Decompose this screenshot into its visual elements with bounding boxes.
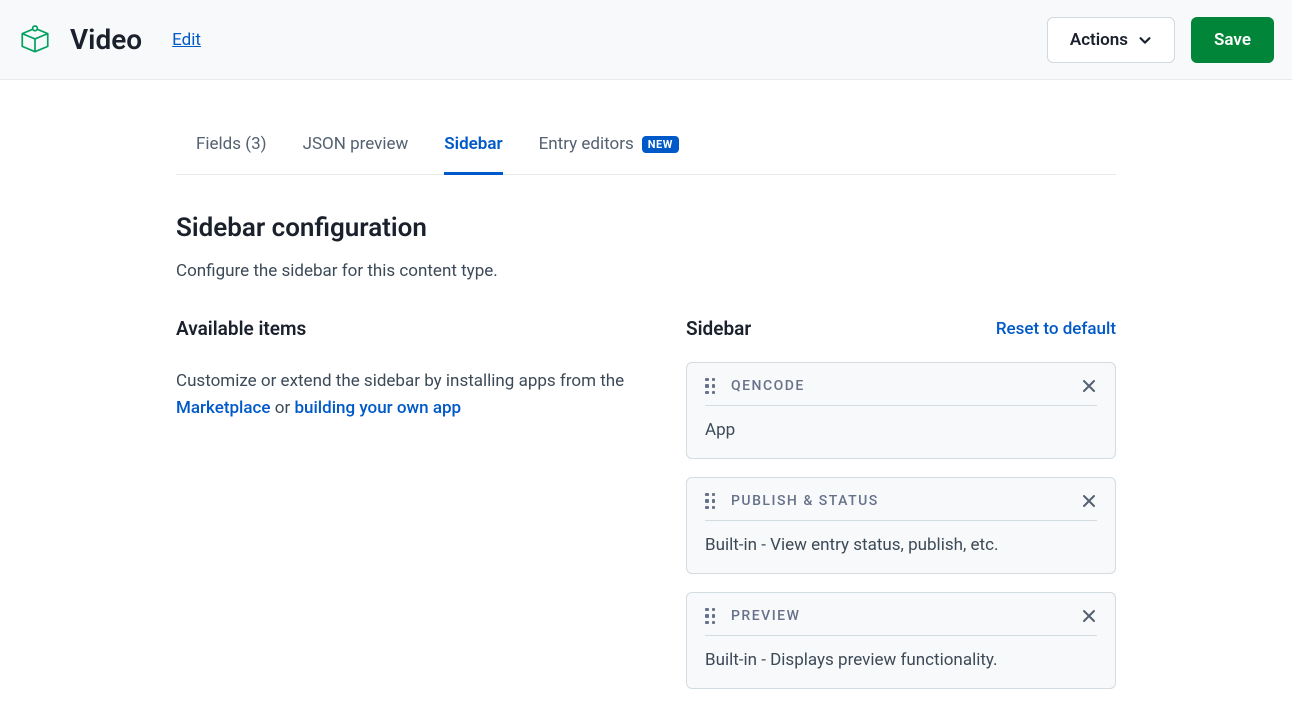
page-title: Video	[70, 23, 142, 56]
edit-link[interactable]: Edit	[172, 30, 201, 50]
content-area: Fields (3) JSON preview Sidebar Entry edito…	[166, 118, 1126, 689]
content-type-icon	[18, 23, 52, 57]
sidebar-item: PREVIEW Built-in - Displays preview funct…	[686, 592, 1116, 689]
sidebar-items-list: QENCODE App PUBLISH & STATUS Built-in - Vie…	[686, 362, 1116, 689]
sidebar-item-desc: App	[705, 420, 1097, 440]
close-icon[interactable]	[1081, 608, 1097, 624]
tabs: Fields (3) JSON preview Sidebar Entry edito…	[176, 118, 1116, 175]
sidebar-heading: Sidebar	[686, 317, 751, 340]
new-badge: NEW	[642, 136, 679, 153]
actions-button-label: Actions	[1070, 30, 1128, 50]
reset-to-default-link[interactable]: Reset to default	[996, 319, 1116, 339]
save-button-label: Save	[1214, 30, 1251, 50]
columns: Available items Customize or extend the …	[176, 317, 1116, 689]
tab-sidebar[interactable]: Sidebar	[444, 118, 502, 175]
drag-handle-icon[interactable]	[705, 377, 719, 395]
available-text: Customize or extend the sidebar by insta…	[176, 368, 626, 422]
chevron-down-icon	[1138, 33, 1152, 47]
tab-label: Sidebar	[444, 134, 502, 154]
close-icon[interactable]	[1081, 378, 1097, 394]
save-button[interactable]: Save	[1191, 17, 1274, 63]
sidebar-item-title: QENCODE	[731, 378, 1069, 394]
available-text-part1: Customize or extend the sidebar by insta…	[176, 371, 624, 391]
tab-label: JSON preview	[303, 134, 409, 154]
tab-fields-3-[interactable]: Fields (3)	[196, 118, 267, 175]
sidebar-item-desc: Built-in - View entry status, publish, e…	[705, 535, 1097, 555]
sidebar-item-header: QENCODE	[705, 377, 1097, 406]
section-title: Sidebar configuration	[176, 213, 1116, 243]
sidebar-heading-row: Sidebar Reset to default	[686, 317, 1116, 340]
sidebar-item-header: PREVIEW	[705, 607, 1097, 636]
sidebar-item: QENCODE App	[686, 362, 1116, 459]
tab-entry-editors[interactable]: Entry editors NEW	[539, 118, 679, 175]
build-app-link[interactable]: building your own app	[294, 398, 461, 418]
topbar-left: Video Edit	[18, 23, 201, 57]
topbar: Video Edit Actions Save	[0, 0, 1292, 80]
drag-handle-icon[interactable]	[705, 492, 719, 510]
drag-handle-icon[interactable]	[705, 607, 719, 625]
tab-json-preview[interactable]: JSON preview	[303, 118, 409, 175]
sidebar-item-title: PREVIEW	[731, 608, 1069, 624]
sidebar-item-header: PUBLISH & STATUS	[705, 492, 1097, 521]
sidebar-item-desc: Built-in - Displays preview functionalit…	[705, 650, 1097, 670]
tab-label: Entry editors	[539, 134, 634, 154]
actions-button[interactable]: Actions	[1047, 17, 1175, 63]
section-subtitle: Configure the sidebar for this content t…	[176, 261, 1116, 281]
sidebar-item-title: PUBLISH & STATUS	[731, 493, 1069, 509]
topbar-right: Actions Save	[1047, 17, 1274, 63]
sidebar-item: PUBLISH & STATUS Built-in - View entry st…	[686, 477, 1116, 574]
tab-label: Fields (3)	[196, 134, 267, 154]
available-column: Available items Customize or extend the …	[176, 317, 626, 689]
available-heading: Available items	[176, 317, 626, 340]
available-text-part2: or	[271, 398, 295, 418]
marketplace-link[interactable]: Marketplace	[176, 398, 271, 418]
sidebar-column: Sidebar Reset to default QENCODE App PUBLI…	[686, 317, 1116, 689]
close-icon[interactable]	[1081, 493, 1097, 509]
